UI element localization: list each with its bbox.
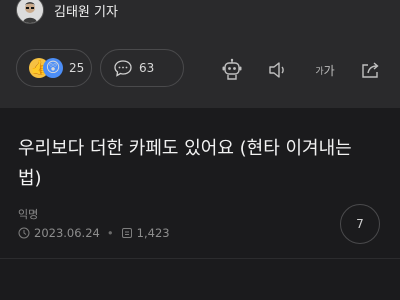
post-views: 1,423 [136,226,170,240]
reaction-count: 25 [69,61,85,75]
font-size-large-label: 가 [323,63,335,78]
meta-separator: • [106,226,114,240]
post-title-line1: 우리보다 더한 카페도 있어요 (현타 이겨내는 [18,138,352,159]
divider [0,258,400,259]
reaction-button[interactable]: 👍 😲 25 [16,49,92,87]
speech-bubble-icon [114,60,132,77]
robot-icon[interactable] [218,58,246,82]
post-date: 2023.06.24 [34,226,100,240]
reaction-row: 👍 😲 25 63 [16,49,184,87]
comment-count-circle-label: 7 [356,217,364,231]
post-title: 우리보다 더한 카페도 있어요 (현타 이겨내는 법) [18,134,386,194]
post-author-label: 익명 [18,208,39,221]
font-size-icon[interactable]: 가가 [310,58,340,82]
share-icon[interactable] [358,58,382,82]
post-meta: 2023.06.24 • 1,423 [18,226,170,240]
comment-count-button[interactable]: 7 [340,204,380,244]
post-title-line2: 법) [18,168,42,189]
article-tools: 가가 [218,58,388,82]
clock-icon [18,227,30,239]
views-icon [121,228,132,238]
article-header: 김태원 기자 👍 😲 25 63 가 가 [0,0,400,108]
font-size-small-label: 가 [315,66,324,77]
author-info[interactable]: 김태원 기자 [16,0,118,24]
surprised-face-icon: 😲 [43,58,63,78]
reaction-emojis: 👍 😲 [29,58,63,78]
comment-count: 63 [139,61,155,75]
avatar [16,0,44,24]
speaker-icon[interactable] [266,58,290,82]
comment-button[interactable]: 63 [100,49,184,87]
author-name: 김태원 기자 [54,4,118,20]
